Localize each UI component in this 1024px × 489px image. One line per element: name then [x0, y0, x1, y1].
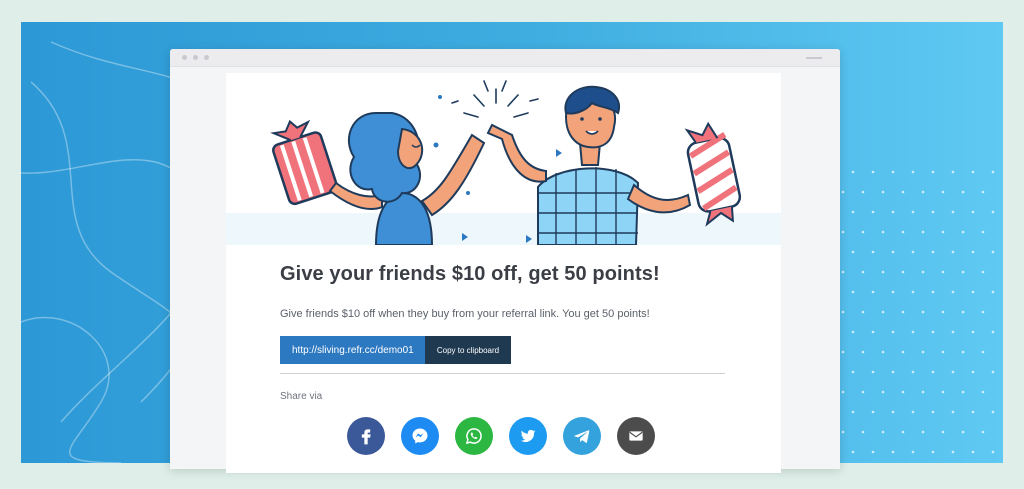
share-messenger-button[interactable] [401, 417, 439, 455]
decorative-dots [831, 170, 995, 454]
divider [280, 373, 725, 374]
referral-link-field[interactable] [280, 336, 425, 364]
offer-content: Give your friends $10 off, get 50 points… [280, 263, 725, 402]
window-dot-icon [193, 55, 198, 60]
high-five-illustration [270, 80, 742, 245]
woman-figure-icon [328, 112, 486, 245]
copy-to-clipboard-button[interactable]: Copy to clipboard [425, 336, 511, 364]
window-menu-icon [806, 57, 822, 59]
gift-right-icon [684, 121, 742, 227]
referral-card: Give your friends $10 off, get 50 points… [226, 73, 781, 473]
share-buttons [347, 417, 655, 455]
sparkle-icon [451, 80, 539, 118]
offer-headline: Give your friends $10 off, get 50 points… [280, 263, 660, 285]
share-facebook-button[interactable] [347, 417, 385, 455]
share-telegram-button[interactable] [563, 417, 601, 455]
twitter-icon [520, 429, 536, 443]
share-label: Share via [280, 391, 323, 402]
share-twitter-button[interactable] [509, 417, 547, 455]
man-figure-icon [486, 85, 692, 245]
offer-description: Give friends $10 off when they buy from … [280, 308, 650, 320]
browser-window: Give your friends $10 off, get 50 points… [170, 49, 840, 473]
envelope-icon [629, 431, 643, 441]
referral-link-row: Copy to clipboard [280, 336, 725, 364]
whatsapp-icon [465, 428, 482, 445]
gift-left-icon [270, 119, 339, 206]
facebook-icon [361, 429, 371, 445]
window-dot-icon [182, 55, 187, 60]
share-email-button[interactable] [617, 417, 655, 455]
share-whatsapp-button[interactable] [455, 417, 493, 455]
messenger-icon [412, 428, 428, 444]
browser-titlebar [170, 49, 840, 67]
window-dot-icon [204, 55, 209, 60]
telegram-icon [574, 430, 590, 443]
